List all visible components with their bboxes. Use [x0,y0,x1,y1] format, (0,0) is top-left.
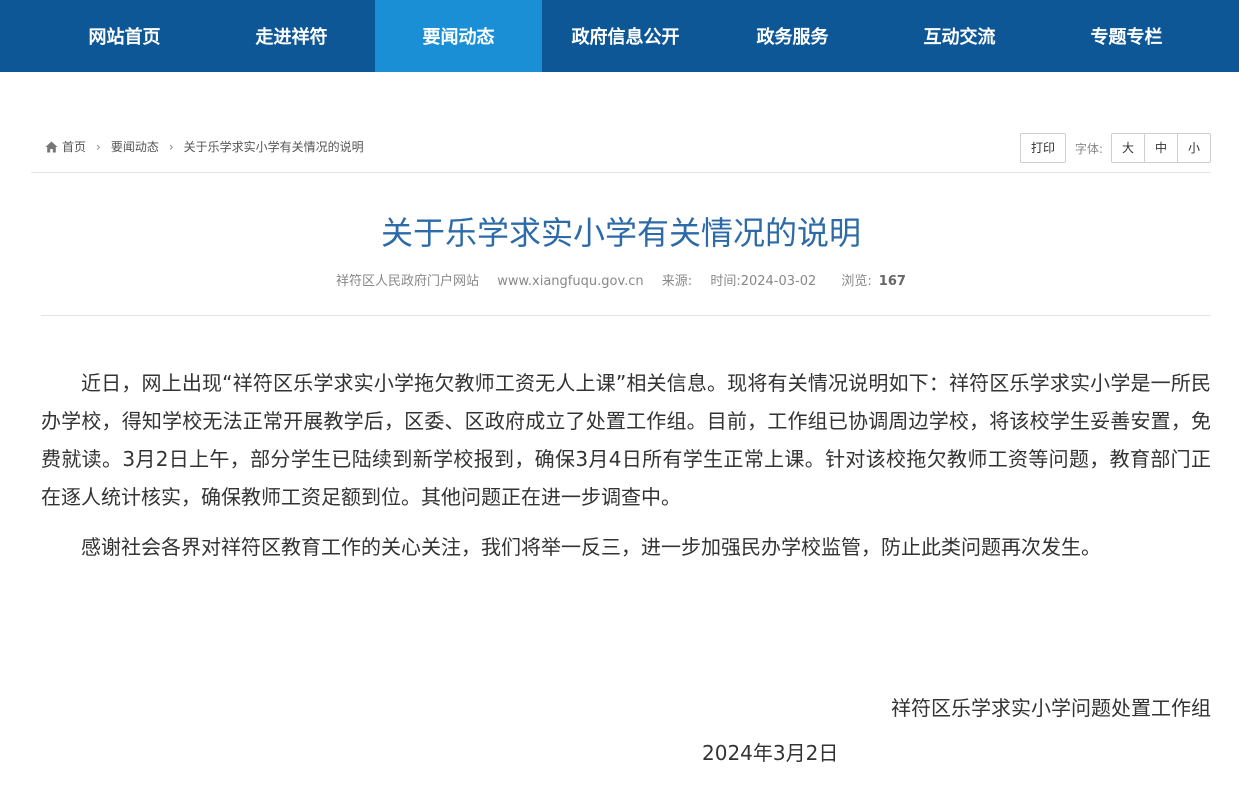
meta-source-label: 来源: [661,274,693,289]
article-title: 关于乐学求实小学有关情况的说明 [380,214,861,252]
breadcrumb: 首页 › 要闻动态 › 关于乐学求实小学有关情况的说明 [45,138,364,155]
font-size-small-button[interactable]: 小 [1177,134,1210,162]
breadcrumb-bar: 首页 › 要闻动态 › 关于乐学求实小学有关情况的说明 打印 字体: 大 中 小 [31,72,1211,173]
meta-url: www.xiangfuqu.gov.cn [497,274,644,289]
font-size-label: 字体: [1074,141,1103,156]
meta-divider [41,315,1211,316]
meta-time: 时间:2024-03-02 [710,274,817,289]
nav-item-news[interactable]: 要闻动态 [375,0,542,72]
chevron-right-icon: › [96,139,101,154]
breadcrumb-current: 关于乐学求实小学有关情况的说明 [183,140,364,154]
article-tools: 打印 字体: 大 中 小 [1019,133,1211,163]
font-size-medium-button[interactable]: 中 [1144,134,1177,162]
meta-views-label: 浏览: [841,274,872,289]
article-body: 近日，网上出现“祥符区乐学求实小学拖欠教师工资无人上课”相关信息。现将有关情况说… [41,364,1211,578]
font-size-large-button[interactable]: 大 [1112,134,1144,162]
chevron-right-icon: › [168,139,174,154]
article-paragraph: 感谢社会各界对祥符区教育工作的关心关注，我们将举一反三，进一步加强民办学校监管，… [81,535,1101,559]
breadcrumb-section-link[interactable]: 要闻动态 [111,138,159,155]
nav-item-interaction[interactable]: 互动交流 [876,0,1043,72]
nav-item-home[interactable]: 网站首页 [41,0,208,72]
nav-item-about[interactable]: 走进祥符 [208,0,375,72]
meta-site: 祥符区人民政府门户网站 [336,274,480,289]
breadcrumb-home-link[interactable]: 首页 [62,138,86,155]
font-size-group: 大 中 小 [1111,133,1211,163]
article-signature: 祥符区乐学求实小学问题处置工作组 [891,696,1211,720]
article-paragraph: 近日，网上出现“祥符区乐学求实小学拖欠教师工资无人上课”相关信息。现将有关情况说… [41,371,1211,509]
home-icon [45,141,58,153]
print-button[interactable]: 打印 [1019,133,1066,163]
article-date: 2024年3月2日 [702,741,839,765]
article-container: 首页 › 要闻动态 › 关于乐学求实小学有关情况的说明 打印 字体: 大 中 小 [31,72,1211,173]
nav-item-services[interactable]: 政务服务 [709,0,876,72]
top-nav: 网站首页 走进祥符 要闻动态 政府信息公开 政务服务 互动交流 专题专栏 [0,0,1239,72]
nav-item-gov-info[interactable]: 政府信息公开 [542,0,709,72]
meta-views-count: 167 [878,274,906,289]
article-meta: 祥符区人民政府门户网站 www.xiangfuqu.gov.cn 来源: 时间:… [31,270,1211,289]
nav-item-topics[interactable]: 专题专栏 [1043,0,1210,72]
meta-views: 浏览: 167 [834,274,906,289]
